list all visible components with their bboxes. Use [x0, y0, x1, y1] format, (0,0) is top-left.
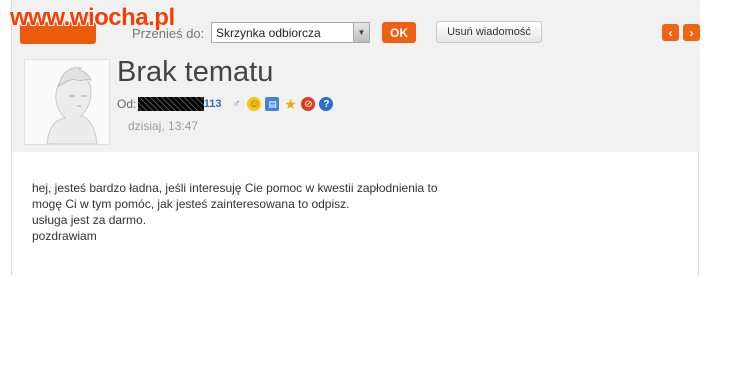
- message-line: usługa jest za darmo.: [32, 213, 147, 227]
- message-date: dzisiaj, 13:47: [128, 119, 199, 133]
- avatar-portrait-icon: [46, 67, 98, 145]
- folder-select[interactable]: Skrzynka odbiorcza ▼: [211, 22, 370, 43]
- delete-message-button[interactable]: Usuń wiadomość: [436, 21, 542, 43]
- sender-name-redacted[interactable]: xxxxxxxx: [138, 97, 204, 111]
- sender-avatar[interactable]: [24, 59, 110, 145]
- ok-button[interactable]: OK: [382, 22, 416, 43]
- gender-icon[interactable]: ♂: [229, 97, 243, 111]
- sender-name-suffix[interactable]: 113: [204, 98, 222, 110]
- profile-book-icon[interactable]: ▤: [265, 97, 280, 111]
- help-icon[interactable]: ?: [319, 97, 334, 111]
- folder-select-value: Skrzynka odbiorcza: [216, 25, 321, 40]
- next-message-button[interactable]: ›: [683, 24, 700, 41]
- previous-message-button[interactable]: ‹: [662, 24, 679, 41]
- watermark-logo: www.wiocha.pl: [10, 4, 175, 31]
- smiley-icon[interactable]: ☺: [247, 97, 262, 111]
- block-icon[interactable]: ⊘: [301, 97, 316, 111]
- message-line: mogę Ci w tym pomóc, jak jesteś zaintere…: [32, 197, 350, 211]
- message-line: hej, jesteś bardzo ładna, jeśli interesu…: [32, 181, 438, 195]
- chevron-down-icon[interactable]: ▼: [353, 23, 369, 42]
- favorite-star-icon[interactable]: ★: [283, 96, 297, 112]
- from-label: Od:: [117, 97, 137, 111]
- message-subject: Brak tematu: [117, 56, 274, 88]
- message-line: pozdrawiam: [32, 229, 97, 243]
- sender-row: Od: xxxxxxxx 113 ♂ ☺ ▤ ★ ⊘ ?: [117, 96, 337, 112]
- message-panel: Przenieś do: Skrzynka odbiorcza ▼ OK Usu…: [11, 0, 700, 275]
- message-body: hej, jesteś bardzo ładna, jeśli interesu…: [32, 180, 672, 244]
- message-header: Brak tematu Od: xxxxxxxx 113 ♂ ☺ ▤ ★ ⊘ ?…: [12, 50, 700, 152]
